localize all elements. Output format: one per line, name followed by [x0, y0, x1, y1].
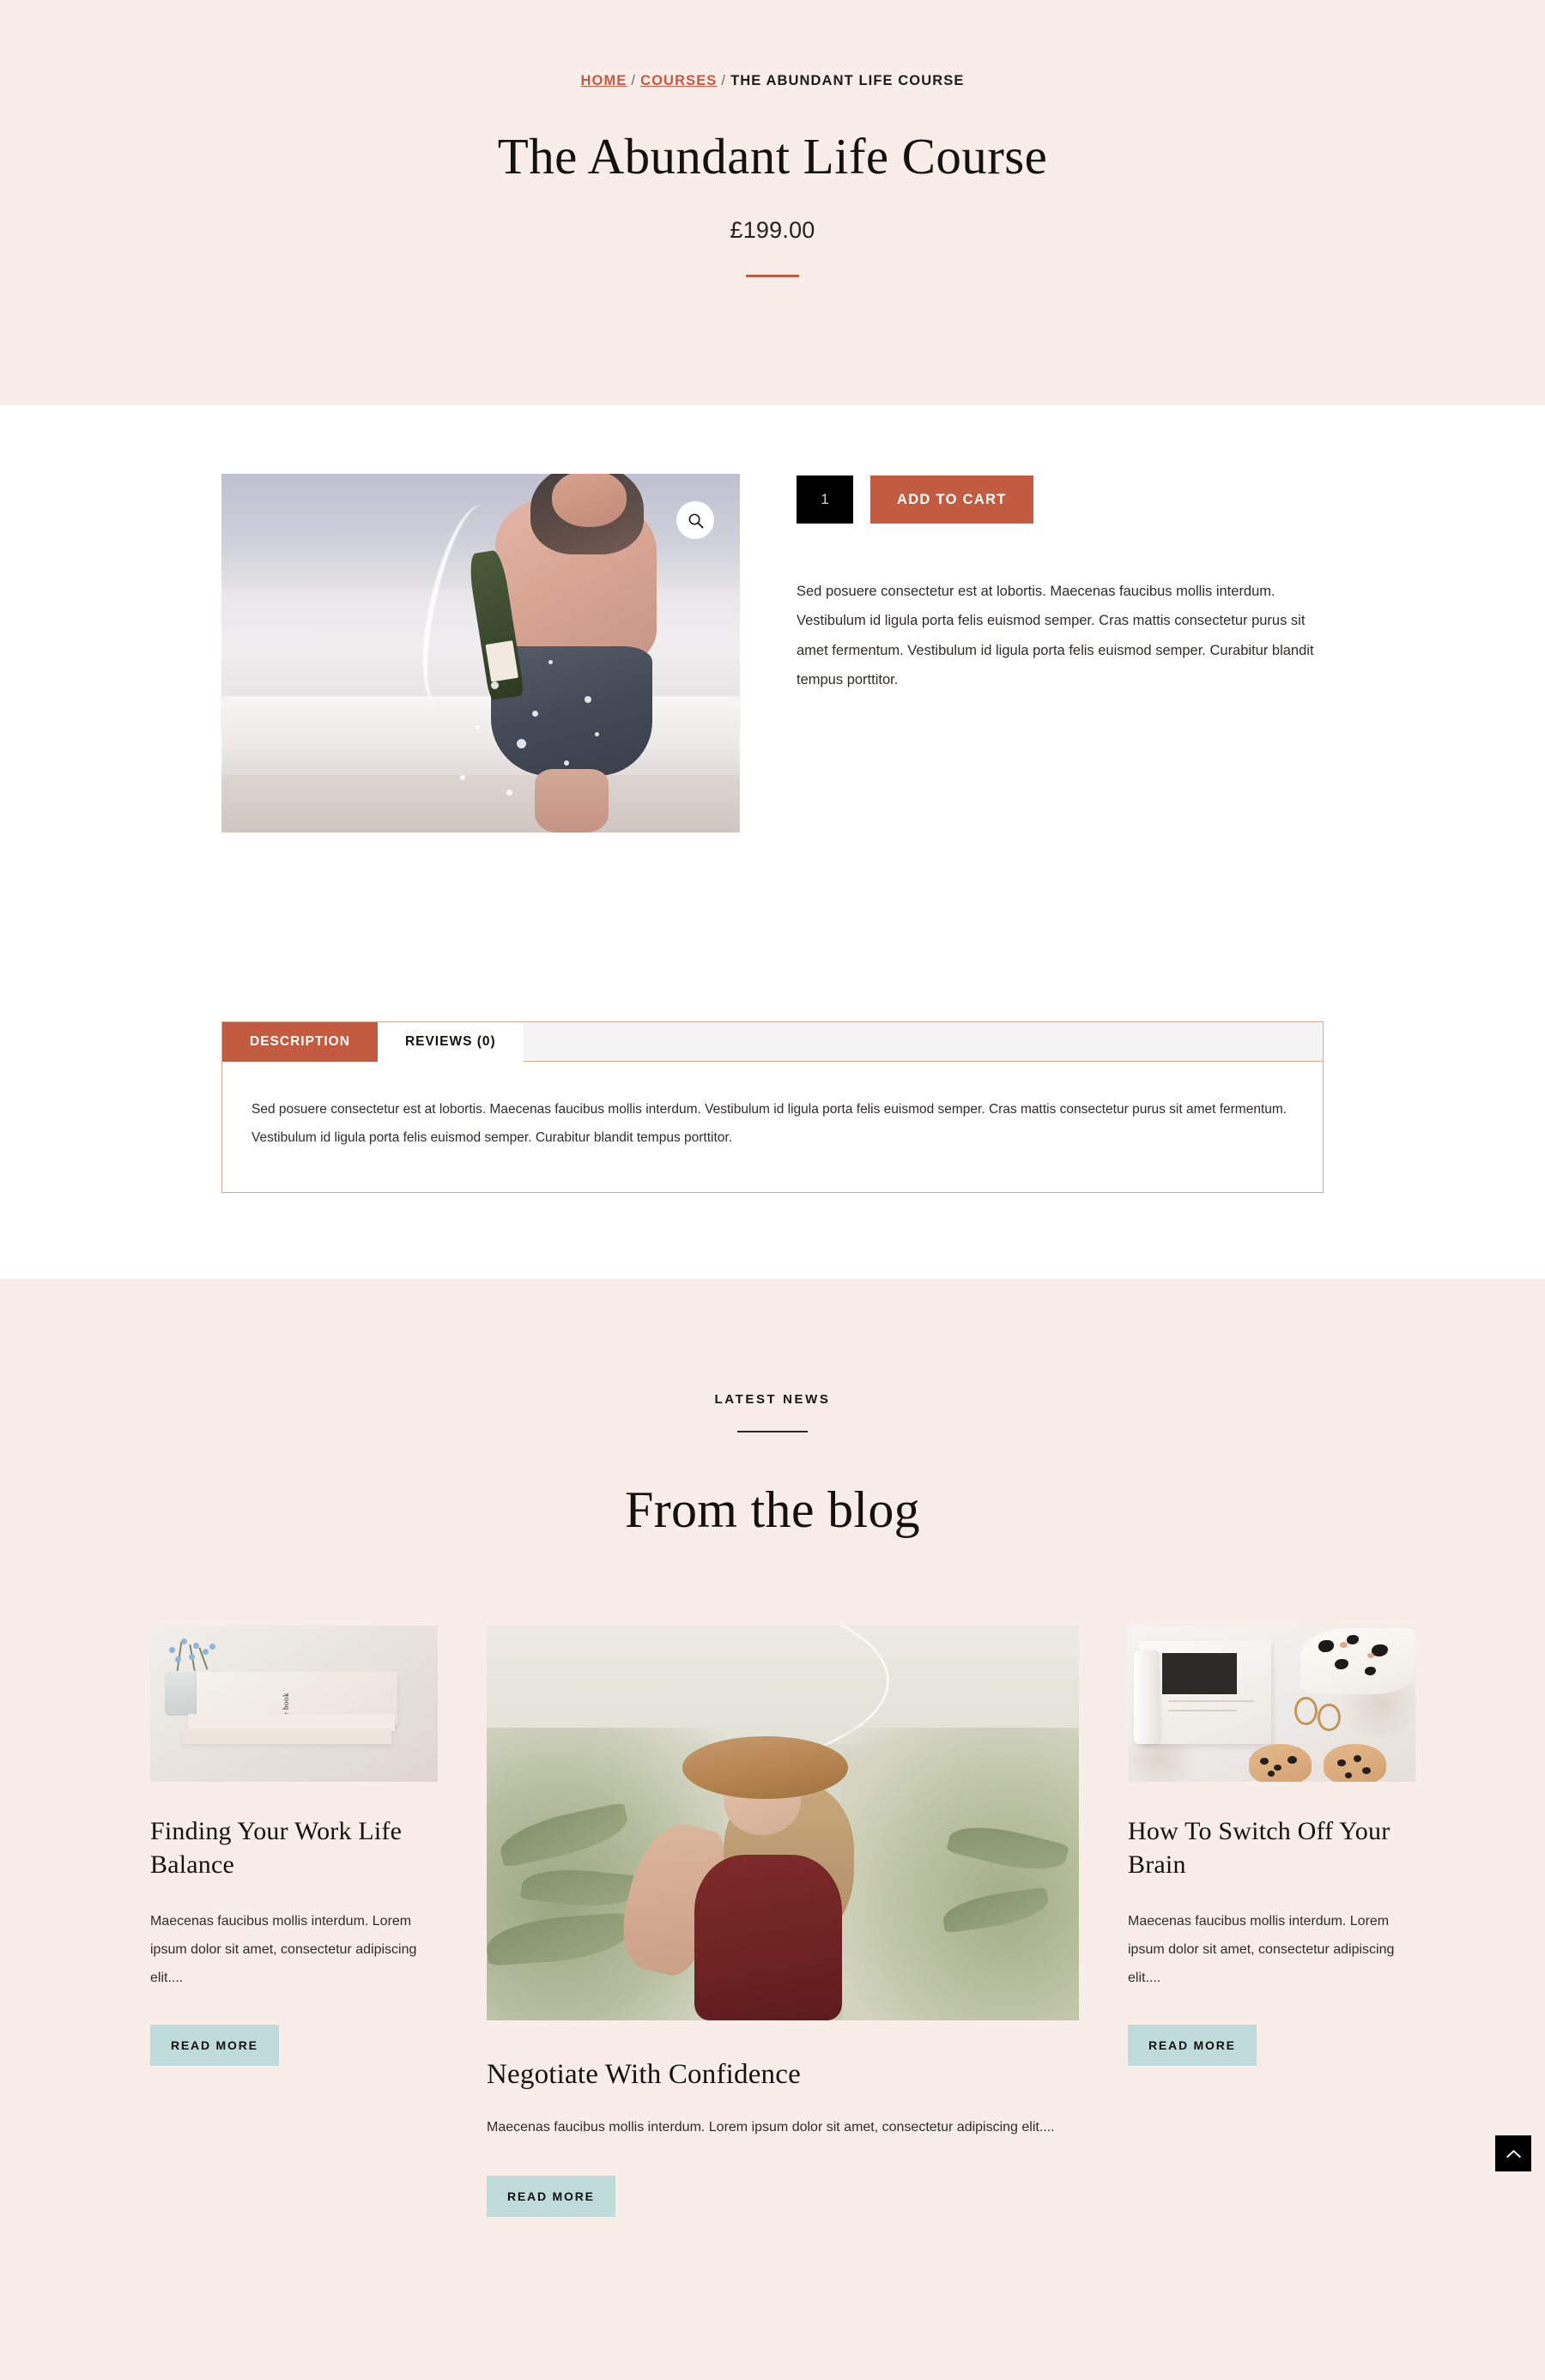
breadcrumb-courses-link[interactable]: COURSES: [640, 73, 717, 88]
image-figure: [413, 474, 683, 833]
thumb-straw-hat: [682, 1735, 848, 1800]
blog-post-title[interactable]: Finding Your Work Life Balance: [150, 1814, 438, 1882]
product-tabs: DESCRIPTION REVIEWS (0) Sed posuere cons…: [221, 1021, 1324, 1193]
chevron-up-icon: [1506, 2149, 1521, 2158]
product-hero: HOME / COURSES / THE ABUNDANT LIFE COURSE Th…: [0, 0, 1545, 405]
image-bottle-label: [485, 640, 518, 683]
blog-post-title[interactable]: How To Switch Off Your Brain: [1128, 1814, 1415, 1882]
thumb-leopard-scarf: [1300, 1628, 1415, 1694]
blog-post-card: Negotiate With Confidence Maecenas fauci…: [487, 1625, 1079, 2218]
read-more-button[interactable]: READ MORE: [150, 2025, 279, 2067]
blog-post-excerpt: Maecenas faucibus mollis interdum. Lorem…: [487, 2119, 1055, 2135]
blog-post-card: the type book Finding Your Work Life Bal…: [150, 1625, 438, 2067]
blog-eyebrow: LATEST NEWS: [714, 1391, 831, 1407]
tab-description[interactable]: DESCRIPTION: [222, 1022, 378, 1062]
thumb-leopard-slide: [1248, 1744, 1312, 1782]
blog-heading: From the blog: [625, 1481, 920, 1538]
read-more-button[interactable]: READ MORE: [1128, 2025, 1257, 2067]
thumb-earring: [1294, 1697, 1318, 1726]
blog-grid: the type book Finding Your Work Life Bal…: [150, 1625, 1415, 2218]
image-zoom-button[interactable]: [676, 501, 714, 539]
blog-post-thumbnail[interactable]: [487, 1625, 1079, 2020]
breadcrumb-separator-1: /: [631, 73, 637, 88]
thumb-magazine-photo: [1162, 1653, 1238, 1694]
blog-post-thumbnail[interactable]: the type book: [150, 1625, 438, 1782]
thumb-magazine-line: [1167, 1709, 1238, 1711]
product-main-section: ADD TO CART Sed posuere consectetur est …: [0, 405, 1545, 1279]
read-more-button[interactable]: READ MORE: [487, 2176, 615, 2218]
image-head: [552, 474, 627, 527]
image-legs: [535, 769, 609, 833]
blog-post-excerpt: Maecenas faucibus mollis interdum. Lorem…: [1128, 1913, 1395, 1985]
product-summary-row: ADD TO CART Sed posuere consectetur est …: [221, 474, 1324, 833]
thumb-earring: [1318, 1703, 1341, 1732]
blog-post-title[interactable]: Negotiate With Confidence: [487, 2056, 1079, 2093]
thumb-book-bottom: [181, 1728, 392, 1745]
product-gallery: [221, 474, 740, 833]
breadcrumb: HOME / COURSES / THE ABUNDANT LIFE COURSE: [0, 74, 1545, 88]
tab-reviews[interactable]: REVIEWS (0): [377, 1022, 524, 1062]
product-tabs-nav: DESCRIPTION REVIEWS (0): [222, 1022, 1323, 1062]
breadcrumb-separator-2: /: [721, 73, 727, 88]
blog-post-excerpt: Maecenas faucibus mollis interdum. Lorem…: [150, 1913, 417, 1985]
breadcrumb-current-page: THE ABUNDANT LIFE COURSE: [730, 73, 965, 88]
product-short-description: Sed posuere consectetur est at lobortis.…: [797, 584, 1314, 687]
blog-post-card: How To Switch Off Your Brain Maecenas fa…: [1128, 1625, 1415, 2067]
product-image[interactable]: [221, 474, 740, 833]
quantity-input[interactable]: [797, 475, 853, 524]
thumb-plants-right: [842, 1728, 1079, 2020]
blog-section: LATEST NEWS From the blog the type book: [0, 1278, 1545, 2380]
hero-divider: [746, 274, 799, 277]
product-container: ADD TO CART Sed posuere consectetur est …: [221, 474, 1324, 1193]
blog-eyebrow-rule: [737, 1430, 808, 1432]
add-to-cart-button[interactable]: ADD TO CART: [870, 475, 1033, 524]
breadcrumb-home-link[interactable]: HOME: [581, 73, 627, 88]
thumb-red-dress: [694, 1854, 842, 2020]
add-to-cart-form: ADD TO CART: [797, 475, 1324, 524]
thumb-rolled-paper: [1133, 1650, 1160, 1745]
product-price: £199.00: [730, 216, 815, 243]
page-title: The Abundant Life Course: [497, 127, 1048, 185]
thumb-leopard-slide: [1323, 1744, 1387, 1782]
scroll-to-top-button[interactable]: [1495, 2135, 1531, 2171]
thumb-magazine-line: [1167, 1700, 1255, 1703]
tab-panel-text: Sed posuere consectetur est at lobortis.…: [251, 1102, 1288, 1145]
blog-post-thumbnail[interactable]: [1128, 1625, 1415, 1782]
tab-panel-description: Sed posuere consectetur est at lobortis.…: [222, 1062, 1323, 1192]
search-icon: [688, 513, 703, 528]
product-summary: ADD TO CART Sed posuere consectetur est …: [740, 474, 1324, 694]
